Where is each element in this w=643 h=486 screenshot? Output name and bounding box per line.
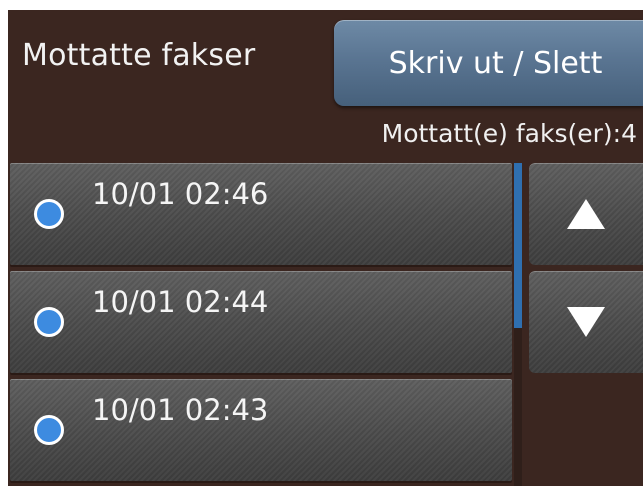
fax-dot-icon (34, 307, 64, 337)
page-title: Mottatte fakser (22, 38, 256, 73)
triangle-up-icon (567, 199, 605, 229)
triangle-down-icon (567, 307, 605, 337)
received-fax-count: Mottatt(e) faks(er):4 (381, 119, 637, 148)
fax-timestamp: 10/01 02:46 (92, 177, 269, 211)
list-scrollbar[interactable] (514, 163, 522, 486)
scroll-down-button[interactable] (529, 271, 643, 373)
print-delete-label: Skriv ut / Slett (388, 45, 603, 81)
scrollbar-thumb[interactable] (514, 163, 522, 328)
scroll-up-button[interactable] (529, 163, 643, 265)
fax-dot-icon (34, 199, 64, 229)
print-delete-button[interactable]: Skriv ut / Slett (334, 20, 643, 106)
fax-list-item[interactable]: 10/01 02:46 (10, 163, 512, 265)
fax-timestamp: 10/01 02:44 (92, 285, 269, 319)
fax-dot-icon (34, 415, 64, 445)
fax-screen: Mottatte fakser Skriv ut / Slett Mottatt… (8, 10, 643, 486)
fax-timestamp: 10/01 02:43 (92, 393, 269, 427)
fax-list-item[interactable]: 10/01 02:43 (10, 379, 512, 481)
fax-list-item[interactable]: 10/01 02:44 (10, 271, 512, 373)
